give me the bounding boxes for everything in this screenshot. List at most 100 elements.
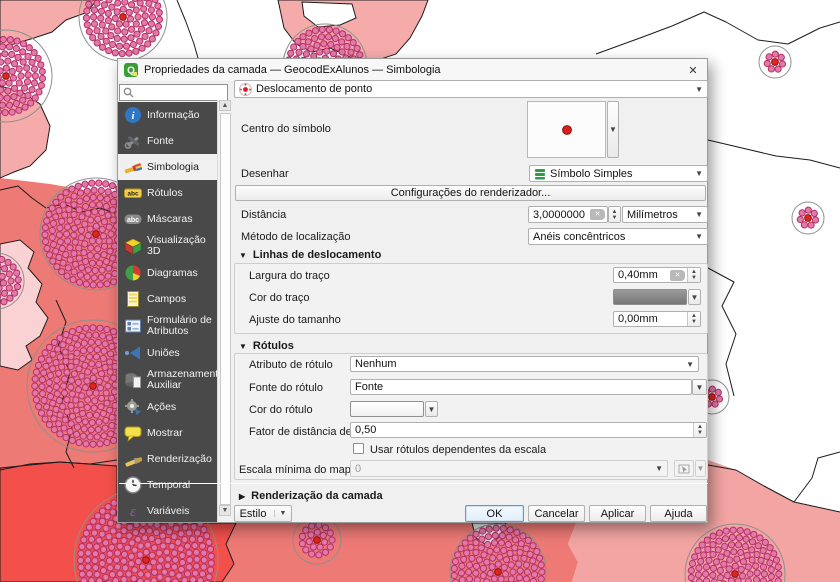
renderer-settings-button[interactable]: Configurações do renderizador...	[235, 185, 706, 201]
displacement-lines-title: Linhas de deslocamento	[253, 249, 381, 261]
clear-icon[interactable]: ✕	[670, 270, 685, 281]
screen: Q Propriedades da camada — GeocodExAluno…	[0, 0, 840, 582]
sidebar-item-simbologia[interactable]: Simbologia	[118, 154, 217, 180]
distance-spinner[interactable]: ▲▼	[608, 206, 621, 223]
sidebar-item-label: Visualização 3D	[147, 235, 215, 257]
style-button-label: Estilo	[240, 508, 267, 520]
layer-rendering-title: Renderização da camada	[251, 490, 382, 502]
sidebar-item-unioes[interactable]: Uniões	[118, 340, 217, 366]
sidebar-item-acoes[interactable]: Ações	[118, 394, 217, 420]
triangle-down-icon: ▼	[239, 251, 247, 260]
qgis-logo-icon: Q	[124, 63, 138, 77]
sidebar-nav: iInformaçãoFonteSimbologiaabcRótulosabcM…	[118, 102, 217, 522]
scale-extra-dropdown[interactable]: ▼	[695, 460, 706, 477]
view3d-icon	[123, 237, 142, 256]
label-color-swatch[interactable]	[350, 401, 424, 417]
min-scale-select[interactable]: 0 ▼	[350, 460, 668, 477]
sidebar-item-campos[interactable]: Campos	[118, 286, 217, 312]
fields-icon	[123, 290, 142, 309]
chevron-down-icon: ▼	[695, 210, 703, 219]
renderer-type-value: Deslocamento de ponto	[256, 83, 372, 95]
label-font-select[interactable]: Fonte	[350, 379, 692, 395]
symbology-icon	[123, 158, 142, 177]
label-color-label: Cor do rótulo	[249, 404, 313, 416]
renderer-type-select[interactable]: Deslocamento de ponto ▼	[234, 80, 708, 98]
search-input[interactable]	[137, 86, 224, 99]
scroll-down-icon[interactable]: ▼	[219, 505, 231, 516]
placement-select[interactable]: Anéis concêntricos ▼	[528, 228, 708, 245]
ok-button[interactable]: OK	[465, 505, 524, 522]
sidebar-item-mostrar[interactable]: Mostrar	[118, 420, 217, 446]
label-attribute-select[interactable]: Nenhum ▼	[350, 356, 699, 372]
distance-input[interactable]: 3,0000000 ✕	[528, 206, 608, 223]
sidebar-item-label: Renderização	[147, 454, 212, 465]
center-symbol-preview[interactable]	[527, 101, 606, 158]
cancel-button[interactable]: Cancelar	[528, 505, 585, 522]
scroll-thumb[interactable]	[220, 113, 231, 505]
draw-select[interactable]: Símbolo Simples ▼	[529, 165, 708, 182]
min-scale-label: Escala mínima do mapa	[239, 464, 357, 476]
sidebar-item-informacao[interactable]: iInformação	[118, 102, 217, 128]
sidebar-item-label: Variáveis	[147, 506, 189, 517]
layer-rendering-section[interactable]: ▶ Renderização da camada	[239, 490, 383, 502]
info-icon: i	[123, 106, 142, 125]
scale-dependent-checkbox[interactable]	[353, 443, 364, 454]
diagrams-icon	[123, 264, 142, 283]
triangle-right-icon: ▶	[239, 492, 245, 501]
chevron-down-icon: ▼	[686, 360, 694, 369]
sidebar-item-label: Máscaras	[147, 214, 193, 225]
distance-unit-select[interactable]: Milímetros ▼	[622, 206, 708, 223]
size-adjust-value: 0,00mm	[614, 313, 687, 325]
sidebar-item-label: Fonte	[147, 136, 174, 147]
scale-dependent-label: Usar rótulos dependentes da escala	[370, 444, 546, 456]
center-symbol-label: Centro do símbolo	[241, 123, 331, 135]
sidebar-search[interactable]	[119, 84, 228, 101]
sidebar-item-variaveis[interactable]: εVariáveis	[118, 498, 217, 522]
clear-icon[interactable]: ✕	[590, 209, 605, 220]
sidebar-item-fonte[interactable]: Fonte	[118, 128, 217, 154]
close-icon[interactable]: ✕	[685, 64, 701, 77]
label-attribute-value: Nenhum	[355, 358, 397, 370]
labels-icon: abc	[123, 184, 142, 203]
stroke-color-dropdown[interactable]: ▼	[688, 289, 701, 305]
label-font-dropdown[interactable]: ▼	[692, 379, 707, 395]
sidebar-item-diagramas[interactable]: Diagramas	[118, 260, 217, 286]
sidebar-item-renderizacao[interactable]: Renderização	[118, 446, 217, 472]
sidebar-scrollbar[interactable]: ▲ ▼	[217, 100, 232, 522]
label-font-label: Fonte do rótulo	[249, 382, 323, 394]
help-button[interactable]: Ajuda	[650, 505, 707, 522]
temporal-icon	[123, 476, 142, 495]
sidebar-item-temporal[interactable]: Temporal	[118, 472, 217, 498]
apply-button[interactable]: Aplicar	[589, 505, 646, 522]
sidebar-item-label: Mostrar	[147, 428, 183, 439]
sidebar-item-label: Armazenamento Auxiliar	[147, 369, 217, 391]
stroke-width-input[interactable]: 0,40mm ✕ ▲▼	[613, 267, 701, 283]
sidebar-item-armazenamento-auxiliar[interactable]: Armazenamento Auxiliar	[118, 366, 217, 394]
displacement-lines-section[interactable]: ▼ Linhas de deslocamento	[239, 249, 381, 261]
scroll-up-icon[interactable]: ▲	[219, 100, 231, 111]
labels-section[interactable]: ▼ Rótulos	[239, 340, 294, 352]
joins-icon	[123, 344, 142, 363]
chevron-down-icon: ▼	[695, 85, 703, 94]
stroke-color-swatch[interactable]	[613, 289, 687, 305]
svg-text:abc: abc	[126, 217, 138, 224]
size-adjust-input[interactable]: 0,00mm ▲▼	[613, 311, 701, 327]
auxiliary-storage-icon	[123, 371, 142, 390]
chevron-down-icon: ▼	[655, 464, 663, 473]
distance-unit-value: Milímetros	[627, 209, 678, 221]
masks-icon: abc	[123, 210, 142, 229]
sidebar-item-mascaras[interactable]: abc Máscaras	[118, 206, 217, 232]
center-symbol-dropdown[interactable]: ▼	[607, 101, 619, 158]
set-to-map-scale-button[interactable]	[674, 460, 694, 477]
label-distance-factor-input[interactable]: 0,50 ▲▼	[350, 422, 707, 438]
sidebar-item-rotulos[interactable]: abcRótulos	[118, 180, 217, 206]
sidebar-item-label: Uniões	[147, 348, 180, 359]
triangle-down-icon: ▼	[239, 342, 247, 351]
style-button[interactable]: Estilo ▼	[234, 505, 292, 522]
label-color-dropdown[interactable]: ▼	[425, 401, 438, 417]
sidebar-item-formulario-de-atributos[interactable]: Formulário de Atributos	[118, 312, 217, 340]
title-bar[interactable]: Q Propriedades da camada — GeocodExAluno…	[118, 59, 707, 82]
sidebar-item-label: Temporal	[147, 480, 190, 491]
size-adjust-label: Ajuste do tamanho	[249, 314, 341, 326]
sidebar-item-visualizacao-3d[interactable]: Visualização 3D	[118, 232, 217, 260]
